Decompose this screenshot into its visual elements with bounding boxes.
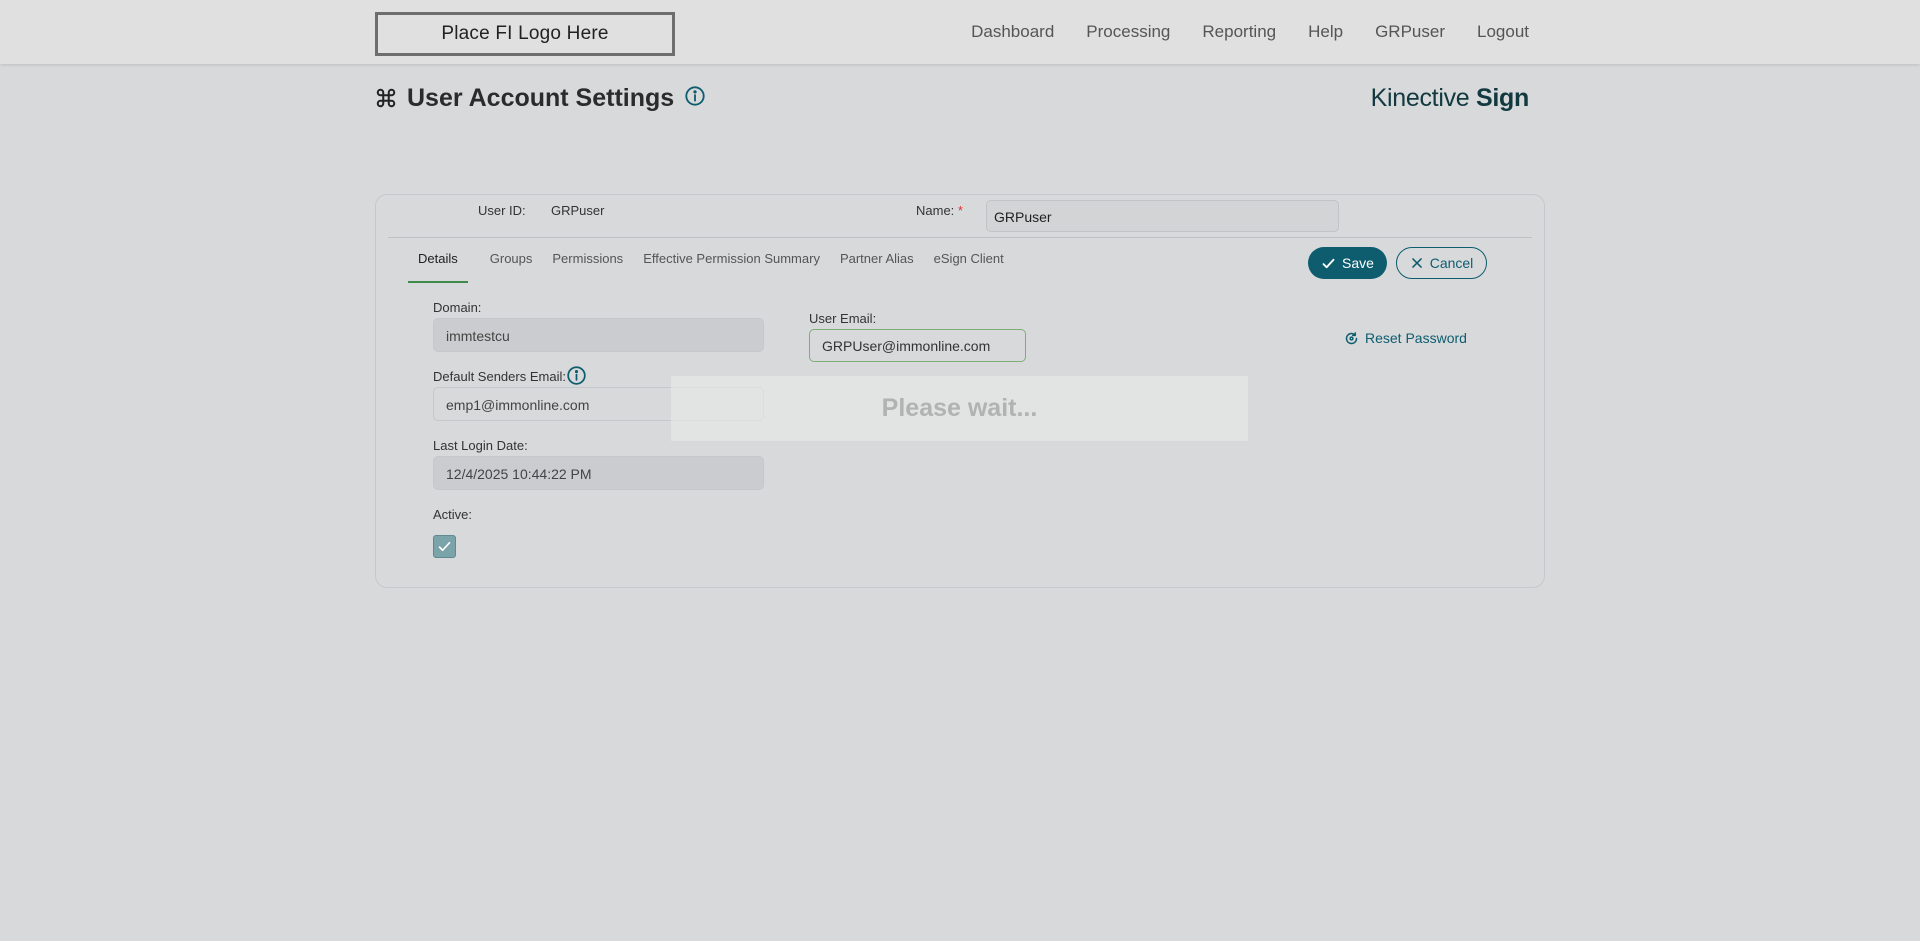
cancel-button[interactable]: Cancel [1396,247,1487,279]
default-senders-email-label: Default Senders Email: [433,369,566,384]
top-navbar: Place FI Logo Here Dashboard Processing … [0,0,1920,64]
reset-password-label: Reset Password [1365,330,1467,346]
brand-logo: Kinective Sign [1370,84,1530,113]
close-icon [1411,258,1422,268]
header-divider [388,237,1532,238]
brand-light: Kinective [1370,84,1477,112]
reset-icon [1345,331,1358,344]
name-label-text: Name: [916,203,955,218]
info-icon[interactable] [566,365,587,386]
tab-esign-client[interactable]: eSign Client [924,249,1014,283]
main-nav: Dashboard Processing Reporting Help GRPu… [971,0,1529,64]
user-id-value: GRPuser [551,203,605,218]
tab-partner-alias[interactable]: Partner Alias [830,249,924,283]
tab-effective-permission-summary[interactable]: Effective Permission Summary [633,249,830,283]
brand-bold: Sign [1476,84,1529,112]
title-row: User Account Settings [375,82,706,114]
nav-logout[interactable]: Logout [1477,22,1529,42]
name-input[interactable]: GRPuser [986,200,1339,232]
user-email-input[interactable]: GRPUser@immonline.com [809,329,1026,362]
command-icon [376,88,396,108]
info-icon[interactable] [684,85,706,107]
check-icon [438,541,451,552]
check-icon [1322,258,1335,268]
domain-field: immtestcu [433,318,764,352]
tab-groups[interactable]: Groups [480,249,543,283]
fi-logo-placeholder[interactable]: Place FI Logo Here [375,12,675,56]
name-label: Name: * [916,203,963,218]
nav-processing[interactable]: Processing [1086,22,1170,42]
user-id-label: User ID: [478,203,526,218]
active-label: Active: [433,507,473,522]
cancel-button-label: Cancel [1429,255,1474,271]
tab-details[interactable]: Details [408,249,468,283]
please-wait-overlay: Please wait... [671,376,1248,441]
required-marker: * [957,203,963,218]
domain-label: Domain: [433,300,482,315]
user-email-label: User Email: [809,311,877,326]
last-login-label: Last Login Date: [433,438,528,453]
active-checkbox[interactable] [433,535,456,558]
save-button[interactable]: Save [1308,247,1387,279]
reset-password-link[interactable]: Reset Password [1344,330,1467,346]
page-title: User Account Settings [407,83,675,112]
nav-help[interactable]: Help [1308,22,1343,42]
tab-permissions[interactable]: Permissions [542,249,633,283]
save-button-label: Save [1342,255,1374,271]
nav-reporting[interactable]: Reporting [1202,22,1276,42]
last-login-field: 12/4/2025 10:44:22 PM [433,456,764,490]
nav-user-menu[interactable]: GRPuser [1375,22,1445,42]
nav-dashboard[interactable]: Dashboard [971,22,1054,42]
tab-bar: Details Groups Permissions Effective Per… [408,249,1014,283]
